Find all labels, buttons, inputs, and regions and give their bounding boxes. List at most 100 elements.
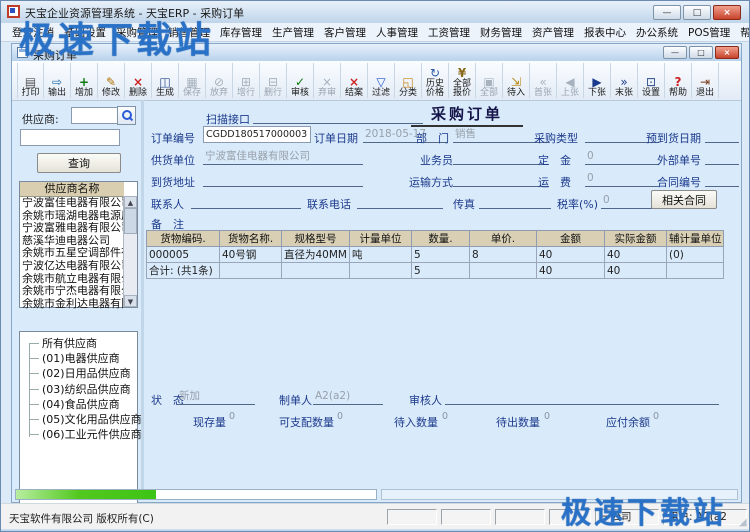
query-button[interactable]: 查询 (37, 153, 121, 173)
supplier-filter-input[interactable] (71, 107, 119, 124)
supplier-list-item[interactable]: 宁波富佳电器有限公司 (20, 197, 124, 210)
settings-button[interactable]: ⊡设置 (638, 63, 665, 98)
tree-item-industrial-parts[interactable]: (06)工业元件供应商 (24, 427, 137, 442)
tree-item-all-suppliers[interactable]: 所有供应商 (24, 336, 137, 351)
supplier-code-input[interactable] (20, 129, 120, 146)
menu-pos[interactable]: POS管理 (683, 25, 735, 40)
document-title: 采购订单 (411, 103, 523, 127)
menu-customer[interactable]: 客户管理 (319, 25, 371, 40)
menu-office[interactable]: 办公系统 (631, 25, 683, 40)
pending-in-button[interactable]: ⇲待入 (503, 63, 530, 98)
delete-button[interactable]: ×删除 (125, 63, 152, 98)
stock-qty-label: 现存量 (193, 414, 226, 430)
menu-assets[interactable]: 资产管理 (527, 25, 579, 40)
expected-date-field[interactable] (705, 127, 739, 143)
print-button[interactable]: ▤打印 (17, 63, 44, 98)
scroll-up-icon[interactable]: ▲ (124, 196, 137, 208)
add-button[interactable]: +增加 (71, 63, 98, 98)
deposit-field[interactable]: 0 (585, 149, 659, 165)
menu-reports[interactable]: 报表中心 (579, 25, 631, 40)
menu-hr[interactable]: 人事管理 (371, 25, 423, 40)
supplier-list-item[interactable]: 余姚市航立电器有限公 (20, 273, 124, 286)
scroll-down-icon[interactable]: ▼ (124, 295, 137, 307)
menu-sales[interactable]: 销售管理 (163, 25, 215, 40)
grid-data-row[interactable]: 000005 40号钢 直径为40MM 吨 5 8 40 40 (0) (147, 247, 724, 263)
col-header-unit[interactable]: 计量单位 (349, 231, 411, 247)
resize-grip[interactable]: ◢ (739, 517, 747, 528)
transport-field[interactable] (453, 171, 549, 187)
menu-payroll[interactable]: 工资管理 (423, 25, 475, 40)
supplier-unit-field[interactable]: 宁波富佳电器有限公司 (203, 149, 363, 165)
salesman-field[interactable] (453, 149, 549, 165)
supplier-list-scrollbar[interactable]: ▲ ▼ (123, 196, 137, 307)
freight-field[interactable]: 0 (585, 171, 659, 187)
col-header-item-code[interactable]: 货物编码. (147, 231, 220, 247)
minimize-button[interactable]: — (653, 5, 681, 20)
address-field[interactable] (203, 171, 363, 187)
fax-field[interactable] (479, 193, 551, 209)
status-cell (549, 509, 591, 525)
child-restore-button[interactable]: □ (689, 46, 713, 59)
filter-button[interactable]: ▽过滤 (368, 63, 395, 98)
supplier-list-header[interactable]: 供应商名称 (20, 182, 124, 197)
edit-button[interactable]: ✎修改 (98, 63, 125, 98)
generate-button[interactable]: ◫生成 (152, 63, 179, 98)
all-quotes-button[interactable]: ¥全部报价 (449, 63, 476, 98)
supplier-list-item[interactable]: 宁波亿达电器有限公司 (20, 260, 124, 273)
order-no-input[interactable]: CGDD180517000003 (203, 126, 311, 143)
related-contract-button[interactable]: 相关合同 (651, 190, 717, 209)
supplier-list-item[interactable]: 宁波富雅电器有限公司 (20, 222, 124, 235)
discard-button: ⊘放弃 (206, 63, 233, 98)
scan-interface-input[interactable] (253, 108, 423, 124)
external-no-field[interactable] (705, 149, 739, 165)
exit-button[interactable]: ⇥退出 (692, 63, 719, 98)
col-header-spec[interactable]: 规格型号 (282, 231, 350, 247)
menu-basic-settings[interactable]: 基础设置 (59, 25, 111, 40)
tree-item-electric[interactable]: (01)电器供应商 (24, 351, 137, 366)
col-header-amount[interactable]: 金额 (536, 231, 604, 247)
close-button[interactable]: × (713, 5, 741, 20)
supplier-list-item[interactable]: 余姚市金利达电器有限 (20, 298, 124, 311)
menu-login[interactable]: 登录注销 (7, 25, 59, 40)
last-record-button[interactable]: »末张 (611, 63, 638, 98)
external-no-label: 外部单号 (657, 152, 701, 168)
export-button[interactable]: ⇨输出 (44, 63, 71, 98)
col-header-item-name[interactable]: 货物名称. (220, 231, 282, 247)
phone-field[interactable] (357, 193, 443, 209)
help-button[interactable]: ?帮助 (665, 63, 692, 98)
tree-item-food[interactable]: (04)食品供应商 (24, 397, 137, 412)
contract-no-field[interactable] (705, 171, 739, 187)
menu-purchase[interactable]: 采购管理 (111, 25, 163, 40)
col-header-qty[interactable]: 数量. (411, 231, 469, 247)
contact-field[interactable] (191, 193, 301, 209)
supplier-list-item[interactable]: 慈溪华迪电器公司 (20, 235, 124, 248)
col-header-price[interactable]: 单价. (469, 231, 536, 247)
child-close-button[interactable]: × (715, 46, 739, 59)
col-header-actual-amount[interactable]: 实际金额 (604, 231, 666, 247)
payable-balance-value: 0 (653, 411, 659, 422)
tree-item-textile[interactable]: (03)纺织品供应商 (24, 382, 137, 397)
close-case-button[interactable]: ×结案 (341, 63, 368, 98)
maximize-button[interactable]: □ (683, 5, 711, 20)
next-record-button[interactable]: ▶下张 (584, 63, 611, 98)
deposit-label: 定 金 (538, 152, 571, 168)
menu-production[interactable]: 生产管理 (267, 25, 319, 40)
supplier-list-item[interactable]: 余姚市宁杰电器有限公 (20, 285, 124, 298)
splitter[interactable] (141, 100, 144, 489)
col-header-aux-unit[interactable]: 辅计量单位 (666, 231, 724, 247)
supplier-search-button[interactable] (117, 106, 136, 125)
tree-item-culture-goods[interactable]: (05)文化用品供应商 (24, 412, 137, 427)
menu-help[interactable]: 帮助 (735, 25, 750, 40)
address-label: 到货地址 (151, 174, 195, 190)
menu-inventory[interactable]: 库存管理 (215, 25, 267, 40)
classify-button[interactable]: ◱分类 (395, 63, 422, 98)
tree-item-daily-goods[interactable]: (02)日用品供应商 (24, 366, 137, 381)
menu-finance[interactable]: 财务管理 (475, 25, 527, 40)
history-price-button[interactable]: ↻历史价格 (422, 63, 449, 98)
grid-header-row: 货物编码. 货物名称. 规格型号 计量单位 数量. 单价. 金额 实际金额 辅计… (147, 231, 724, 247)
audit-button[interactable]: ✓审核 (287, 63, 314, 98)
supplier-list-item[interactable]: 余姚市五星空调部件有 (20, 247, 124, 260)
scrollbar-thumb[interactable] (124, 208, 137, 234)
child-minimize-button[interactable]: — (663, 46, 687, 59)
supplier-list-item[interactable]: 余姚市瑶湖电器电源厂 (20, 210, 124, 223)
